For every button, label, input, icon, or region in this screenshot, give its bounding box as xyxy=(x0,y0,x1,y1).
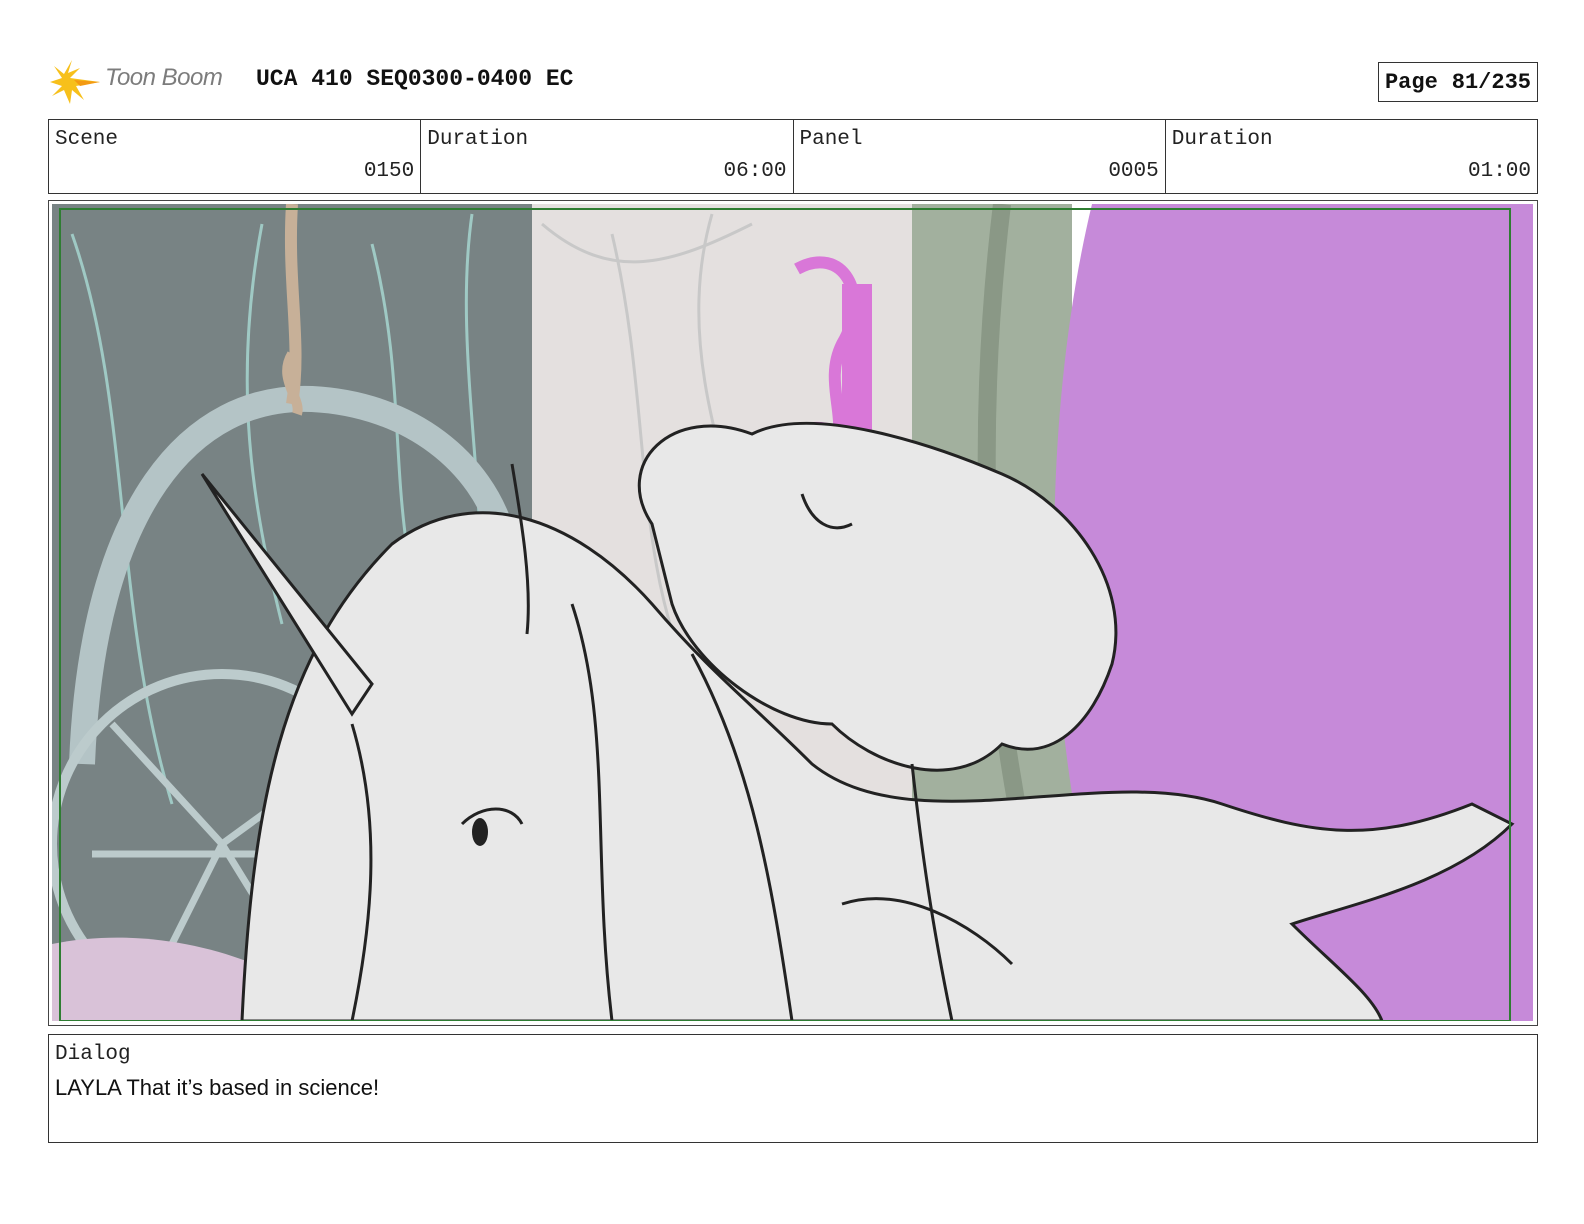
scene-value: 0150 xyxy=(363,160,415,183)
panel-duration-value: 01:00 xyxy=(1467,160,1531,183)
panel-label: Panel xyxy=(799,128,863,151)
panel-cell: Panel 0005 xyxy=(794,120,1166,193)
scene-duration-value: 06:00 xyxy=(723,160,787,183)
document-title: UCA 410 SEQ0300-0400 EC xyxy=(256,66,574,92)
panel-duration-cell: Duration 01:00 xyxy=(1166,120,1537,193)
scene-cell: Scene 0150 xyxy=(49,120,422,193)
storyboard-panel xyxy=(48,200,1538,1026)
scene-info-table: Scene 0150 Duration 06:00 Panel 0005 Dur… xyxy=(48,119,1538,194)
panel-value: 0005 xyxy=(1108,160,1159,183)
starburst-icon xyxy=(50,60,100,104)
toon-boom-logo: Toon Boom xyxy=(50,56,245,106)
dialog-section: Dialog LAYLA That it’s based in science! xyxy=(48,1034,1538,1143)
dialog-text: LAYLA That it’s based in science! xyxy=(55,1075,380,1100)
page-label: Page xyxy=(1384,69,1438,95)
storyboard-sketch xyxy=(52,204,1533,1021)
scene-duration-label: Duration xyxy=(427,128,529,151)
panel-drawing xyxy=(52,204,1533,1021)
page-indicator: Page 81/235 xyxy=(1377,62,1538,102)
panel-duration-label: Duration xyxy=(1171,128,1273,151)
header: Toon Boom UCA 410 SEQ0300-0400 EC Page 8… xyxy=(50,56,1538,106)
page-number: 81/235 xyxy=(1451,69,1531,95)
scene-label: Scene xyxy=(55,128,119,151)
logo-text: Toon Boom xyxy=(105,64,223,91)
scene-duration-cell: Duration 06:00 xyxy=(421,120,794,193)
dialog-label: Dialog xyxy=(55,1043,131,1066)
